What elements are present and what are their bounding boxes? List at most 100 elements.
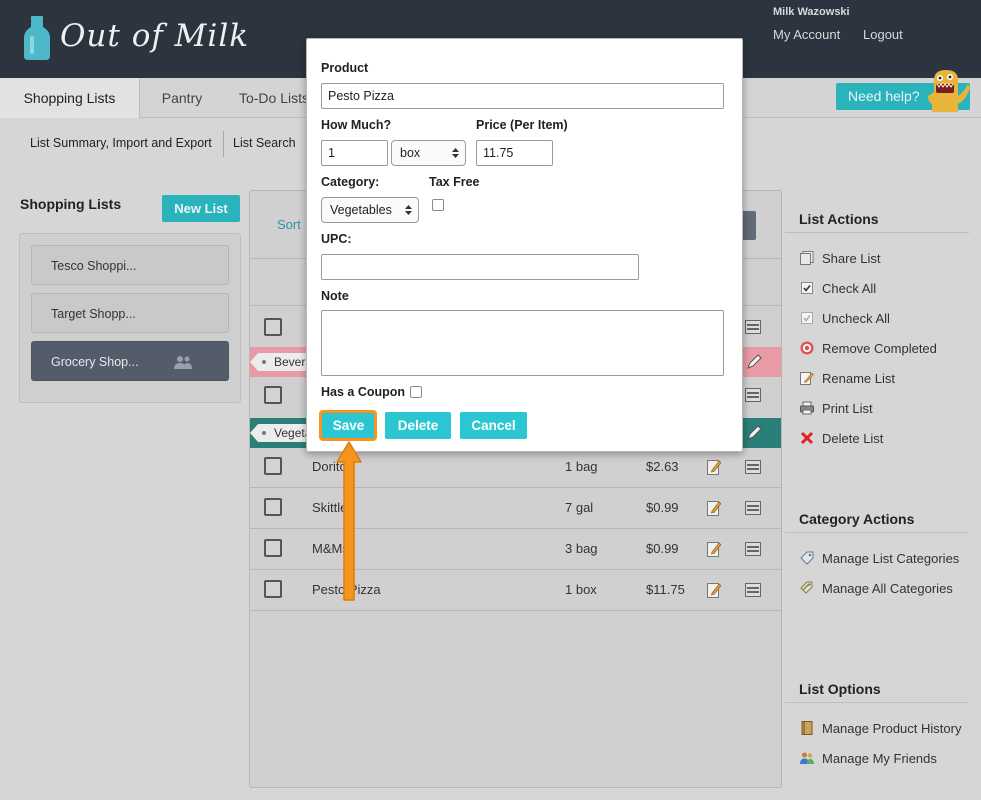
tab-pantry[interactable]: Pantry — [140, 78, 224, 118]
coupon-checkbox[interactable] — [410, 386, 422, 398]
item-checkbox[interactable] — [264, 457, 282, 475]
printer-icon — [800, 401, 814, 415]
upc-label: UPC: — [321, 232, 352, 246]
pointer-arrow-icon — [336, 441, 362, 601]
remove-item-icon[interactable] — [745, 542, 761, 556]
item-qty: 1 bag — [565, 459, 598, 474]
item-checkbox[interactable] — [264, 318, 282, 336]
unit-select-value: box — [400, 146, 421, 160]
coupon-label: Has a Coupon — [321, 385, 406, 399]
tag-icon — [800, 551, 814, 565]
list-options-title: List Options — [799, 681, 881, 697]
item-checkbox[interactable] — [264, 386, 282, 404]
remove-item-icon[interactable] — [745, 460, 761, 474]
tax-free-label: Tax Free — [429, 175, 480, 189]
note-label: Note — [321, 289, 349, 303]
list-summary-link[interactable]: List Summary, Import and Export — [30, 136, 212, 150]
uncheck-all-icon — [801, 312, 813, 324]
product-label: Product — [321, 61, 369, 75]
edit-item-icon[interactable] — [707, 582, 721, 598]
remove-item-icon[interactable] — [745, 388, 761, 402]
friends-icon — [174, 356, 192, 369]
divider — [250, 569, 781, 570]
category-label: Category: — [321, 175, 380, 189]
list-item-tesco[interactable]: Tesco Shoppi... — [31, 245, 229, 285]
book-icon — [801, 721, 813, 735]
subnav-divider — [223, 131, 224, 157]
remove-item-icon[interactable] — [745, 583, 761, 597]
remove-item-icon[interactable] — [745, 320, 761, 334]
shopping-lists-title: Shopping Lists — [20, 196, 122, 212]
item-price: $11.75 — [646, 582, 685, 597]
item-qty: 3 bag — [565, 541, 598, 556]
new-list-button[interactable]: New List — [162, 195, 240, 222]
upc-input[interactable] — [321, 254, 639, 280]
list-search-link[interactable]: List Search — [233, 136, 296, 150]
edit-item-icon[interactable] — [707, 459, 721, 475]
action-label: Remove Completed — [822, 341, 937, 356]
edit-item-icon[interactable] — [707, 541, 721, 557]
product-input[interactable] — [321, 83, 724, 109]
divider — [785, 232, 969, 233]
unit-select[interactable]: box — [391, 140, 466, 166]
item-qty: 1 box — [565, 582, 597, 597]
action-label: Print List — [822, 401, 873, 416]
sort-link[interactable]: Sort — [277, 217, 301, 232]
cancel-button[interactable]: Cancel — [460, 412, 527, 439]
action-label: Manage All Categories — [822, 581, 953, 596]
brand-logo[interactable]: Out of Milk — [60, 18, 249, 54]
friends-icon — [800, 752, 814, 764]
item-price: $0.99 — [646, 500, 679, 515]
category-select-value: Vegetables — [330, 203, 392, 217]
quantity-input[interactable] — [321, 140, 388, 166]
note-textarea[interactable] — [321, 310, 724, 376]
logout-link[interactable]: Logout — [863, 27, 903, 42]
shopping-lists-panel: Tesco Shoppi... Target Shopp... Grocery … — [19, 233, 241, 403]
pencil-icon[interactable] — [746, 354, 762, 370]
user-name: Milk Wazowski — [773, 6, 850, 18]
my-account-link[interactable]: My Account — [773, 27, 840, 42]
item-checkbox[interactable] — [264, 580, 282, 598]
milk-bottle-logo-icon — [24, 16, 50, 60]
action-label: Manage List Categories — [822, 551, 960, 566]
divider — [250, 487, 781, 488]
save-highlight-ring — [319, 410, 377, 441]
price-input[interactable] — [476, 140, 553, 166]
list-item-target[interactable]: Target Shopp... — [31, 293, 229, 333]
divider — [250, 528, 781, 529]
tags-icon — [800, 581, 813, 594]
tax-free-checkbox[interactable] — [432, 199, 444, 211]
list-item-label: Grocery Shop... — [51, 355, 139, 369]
action-label: Rename List — [822, 371, 895, 386]
monster-mascot-icon — [928, 70, 970, 112]
item-checkbox[interactable] — [264, 498, 282, 516]
check-all-icon — [801, 282, 813, 294]
category-actions-title: Category Actions — [799, 511, 915, 527]
item-price: $0.99 — [646, 541, 679, 556]
remove-item-icon[interactable] — [745, 501, 761, 515]
price-label: Price (Per Item) — [476, 118, 568, 132]
action-label: Share List — [822, 251, 881, 266]
share-icon — [800, 251, 814, 265]
divider — [250, 610, 781, 611]
target-icon — [800, 341, 814, 355]
edit-item-dialog: Product How Much? box Price (Per Item) C… — [306, 38, 743, 452]
tab-shopping-lists[interactable]: Shopping Lists — [0, 78, 140, 118]
pencil-icon[interactable] — [746, 425, 762, 441]
edit-item-icon[interactable] — [707, 500, 721, 516]
item-qty: 7 gal — [565, 500, 594, 515]
item-checkbox[interactable] — [264, 539, 282, 557]
action-label: Manage Product History — [822, 721, 962, 736]
delete-button[interactable]: Delete — [385, 412, 451, 439]
list-item-grocery[interactable]: Grocery Shop... — [31, 341, 229, 381]
category-select[interactable]: Vegetables — [321, 197, 419, 223]
how-much-label: How Much? — [321, 118, 392, 132]
action-label: Uncheck All — [822, 311, 890, 326]
action-label: Manage My Friends — [822, 751, 937, 766]
action-label: Check All — [822, 281, 877, 296]
divider — [785, 532, 969, 533]
rename-icon — [800, 372, 814, 385]
item-price: $2.63 — [646, 459, 679, 474]
x-icon — [800, 431, 814, 445]
select-arrows-icon — [405, 205, 412, 215]
